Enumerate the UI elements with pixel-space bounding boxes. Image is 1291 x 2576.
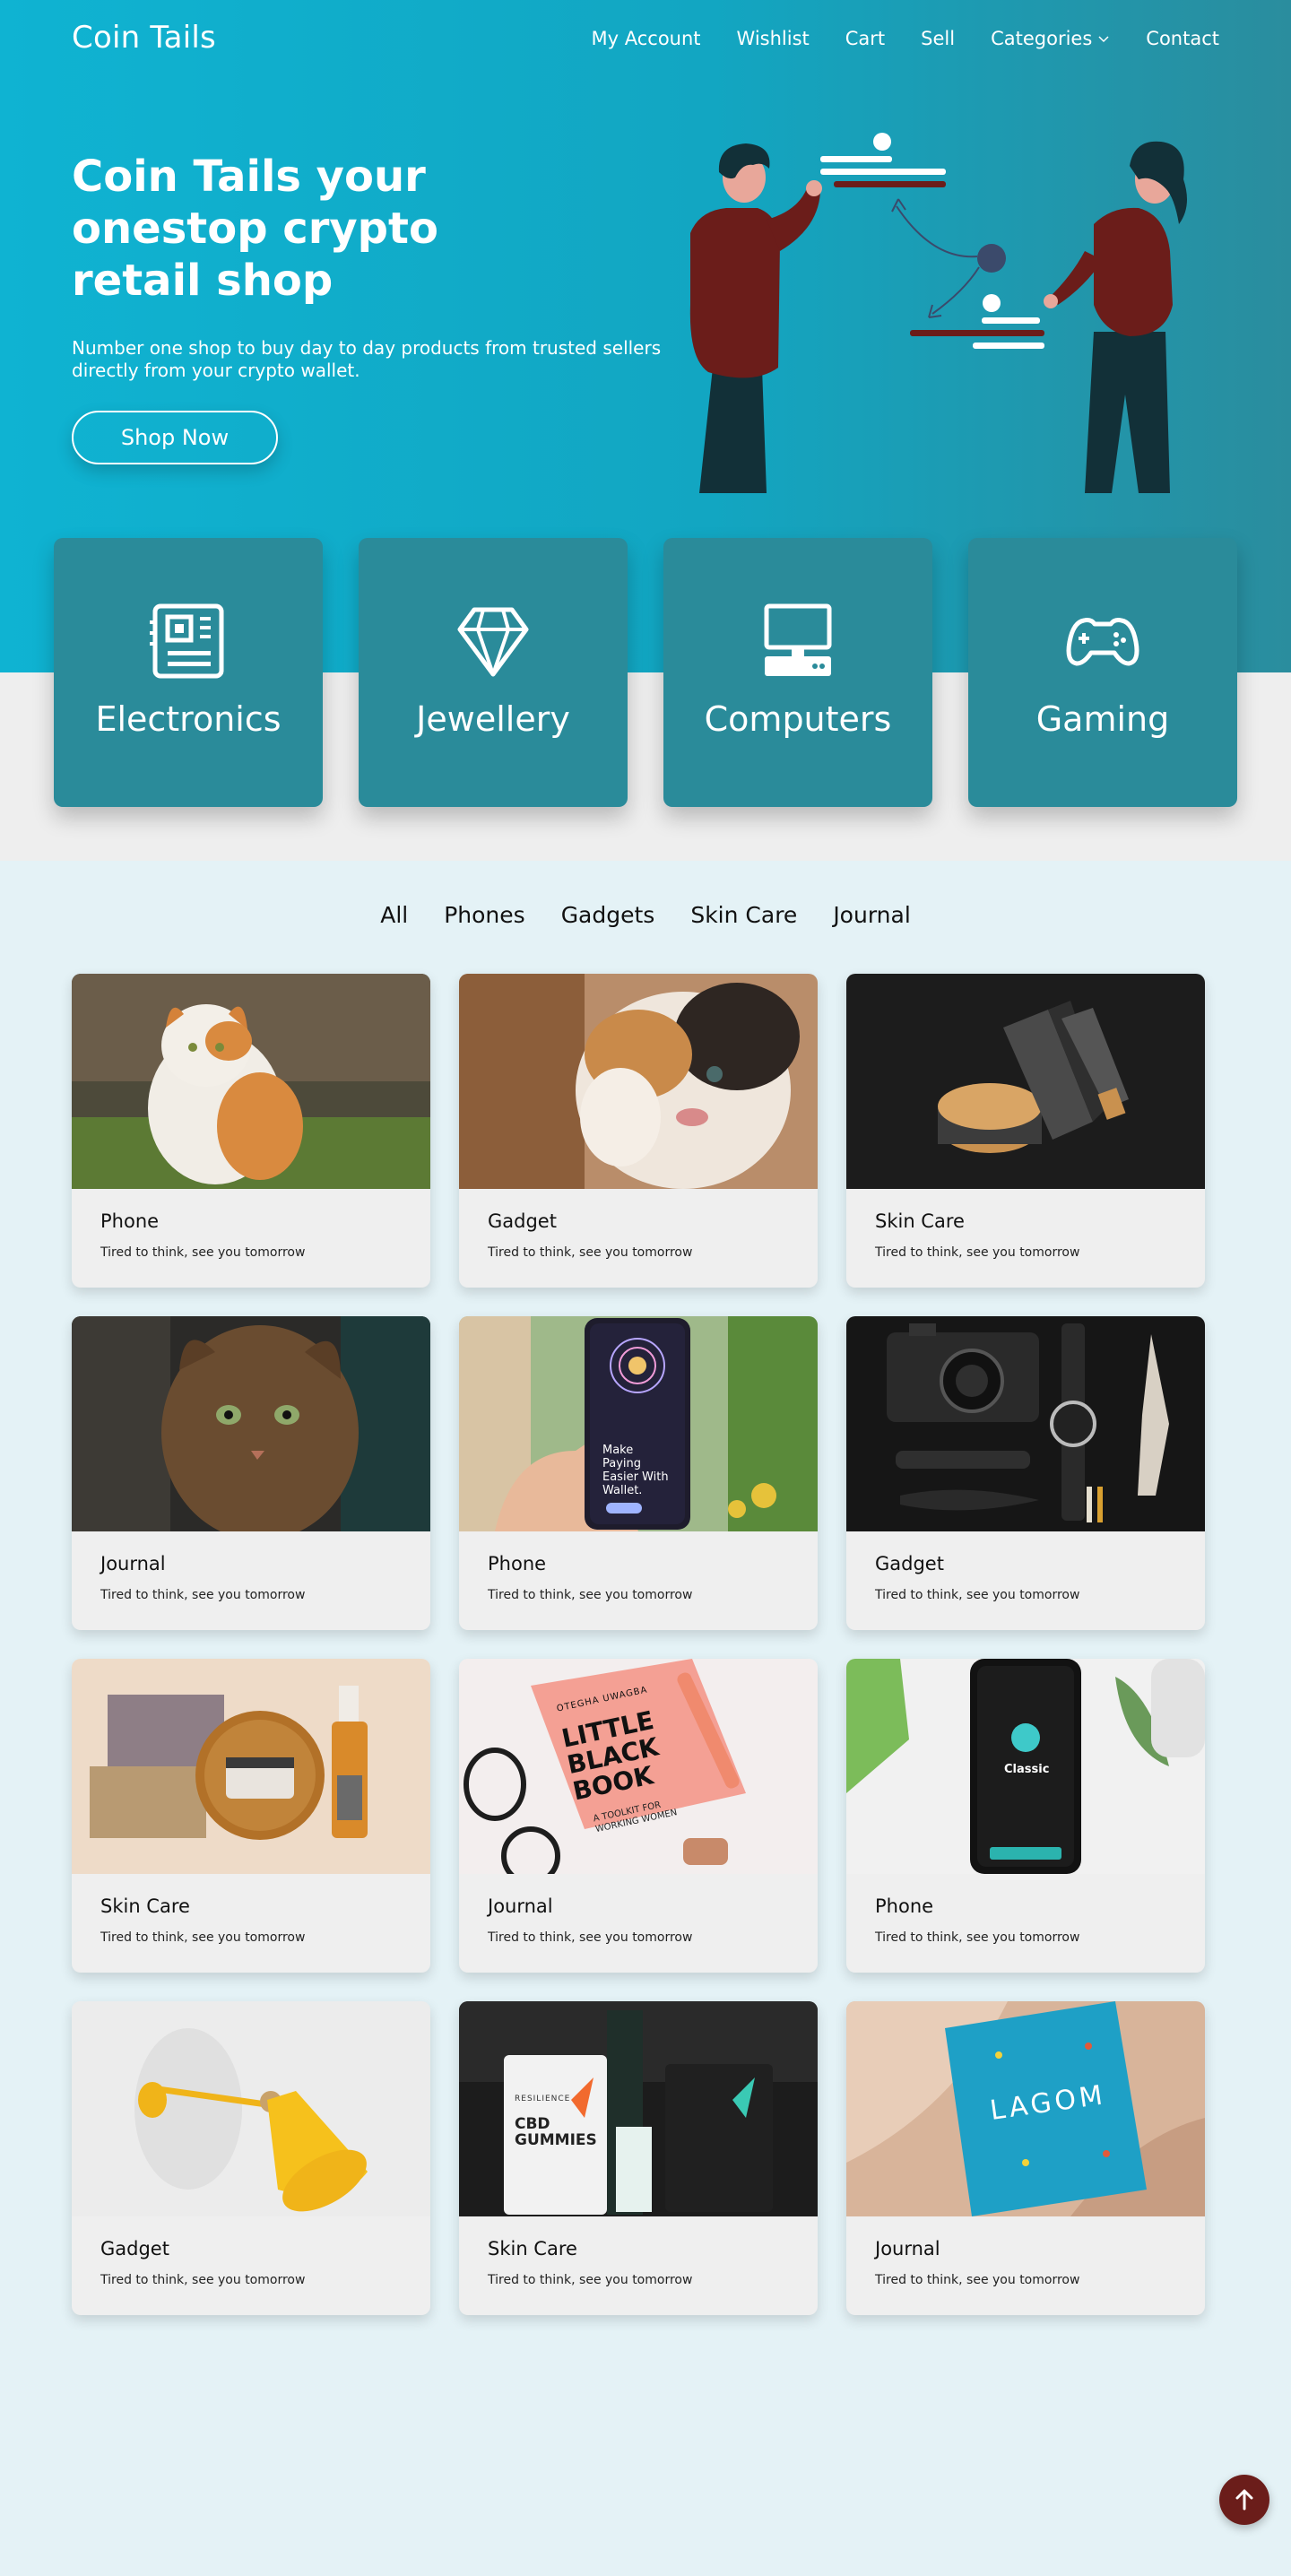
shop-now-button[interactable]: Shop Now — [72, 411, 278, 464]
product-card[interactable]: Make Paying Easier With Wallet. Phone Ti… — [459, 1316, 818, 1630]
product-title: Gadget — [875, 1553, 944, 1574]
product-description: Tired to think, see you tomorrow — [875, 1245, 1080, 1260]
chevron-down-icon — [1098, 36, 1109, 43]
product-image-skincare-jars-dark — [846, 974, 1205, 1189]
product-title: Skin Care — [488, 2238, 577, 2259]
product-title: Journal — [100, 1553, 166, 1574]
phone-screen-classic-text: Classic — [1004, 1763, 1050, 1776]
category-card-jewellery[interactable]: Jewellery — [359, 538, 628, 807]
category-label: Electronics — [95, 699, 282, 739]
product-image-hand-holding-phone — [459, 1316, 818, 1531]
category-label: Gaming — [1035, 699, 1170, 739]
nav-wishlist[interactable]: Wishlist — [737, 28, 810, 49]
gummies-brand-text: RESILIENCE — [515, 2095, 571, 2103]
product-image-kitten-licking-paw — [459, 974, 818, 1189]
phone-screen-text: Make Paying Easier With Wallet. — [602, 1444, 669, 1497]
product-card[interactable]: Gadget Tired to think, see you tomorrow — [459, 974, 818, 1288]
product-description: Tired to think, see you tomorrow — [488, 1930, 693, 1945]
gummies-name-text: CBD GUMMIES — [515, 2115, 597, 2149]
nav-cart[interactable]: Cart — [845, 28, 885, 49]
category-card-computers[interactable]: Computers — [663, 538, 932, 807]
product-card[interactable]: Phone Tired to think, see you tomorrow — [72, 974, 430, 1288]
brand-logo[interactable]: Coin Tails — [72, 20, 216, 56]
product-title: Gadget — [488, 1210, 557, 1232]
filter-journal[interactable]: Journal — [833, 902, 910, 928]
category-label: Computers — [704, 699, 892, 739]
desktop-computer-icon — [764, 603, 832, 676]
scroll-to-top-button[interactable] — [1219, 2475, 1269, 2525]
man-figure — [689, 143, 822, 493]
nav-my-account[interactable]: My Account — [592, 28, 701, 49]
product-card[interactable]: OTEGHA UWAGBA LITTLE BLACK BOOK A TOOLKI… — [459, 1659, 818, 1973]
product-title: Phone — [875, 1895, 934, 1917]
product-card[interactable]: LAGOM Journal Tired to think, see you to… — [846, 2001, 1205, 2315]
main-nav: My Account Wishlist Cart Sell Categories… — [592, 28, 1219, 49]
category-card-gaming[interactable]: Gaming — [968, 538, 1237, 807]
arrow-up-icon — [1235, 2489, 1253, 2511]
product-card[interactable]: Journal Tired to think, see you tomorrow — [72, 1316, 430, 1630]
hero-title: Coin Tails your onestop crypto retail sh… — [72, 152, 438, 306]
diamond-icon — [457, 607, 529, 677]
hero-subtitle: Number one shop to buy day to day produc… — [72, 337, 662, 381]
category-card-electronics[interactable]: Electronics — [54, 538, 323, 807]
product-title: Journal — [875, 2238, 940, 2259]
product-description: Tired to think, see you tomorrow — [875, 1930, 1080, 1945]
product-title: Phone — [488, 1553, 547, 1574]
filter-tabs: All Phones Gadgets Skin Care Journal — [0, 902, 1291, 928]
product-title: Phone — [100, 1210, 160, 1232]
product-image-orange-white-cat — [72, 974, 430, 1189]
product-image-camera-watch-knife-flatlay — [846, 1316, 1205, 1531]
product-title: Journal — [488, 1895, 553, 1917]
product-description: Tired to think, see you tomorrow — [100, 1588, 306, 1602]
nav-sell[interactable]: Sell — [921, 28, 955, 49]
product-image-tabby-cat-peeking — [72, 1316, 430, 1540]
product-description: Tired to think, see you tomorrow — [875, 1588, 1080, 1602]
category-label: Jewellery — [416, 699, 570, 739]
nav-categories-label: Categories — [991, 28, 1093, 49]
product-card[interactable]: Skin Care Tired to think, see you tomorr… — [72, 1659, 430, 1973]
product-description: Tired to think, see you tomorrow — [100, 1245, 306, 1260]
filter-gadgets[interactable]: Gadgets — [561, 902, 655, 928]
product-description: Tired to think, see you tomorrow — [100, 1930, 306, 1945]
circuit-board-icon — [150, 603, 224, 679]
product-description: Tired to think, see you tomorrow — [488, 1245, 693, 1260]
product-description: Tired to think, see you tomorrow — [100, 2273, 306, 2287]
product-title: Skin Care — [875, 1210, 965, 1232]
product-image-cosmetics-set — [72, 1659, 430, 1874]
product-description: Tired to think, see you tomorrow — [488, 1588, 693, 1602]
woman-figure — [1044, 141, 1187, 493]
gamepad-icon — [1066, 618, 1139, 666]
hero-illustration — [689, 133, 1187, 493]
product-card[interactable]: Gadget Tired to think, see you tomorrow — [72, 2001, 430, 2315]
product-card[interactable]: Gadget Tired to think, see you tomorrow — [846, 1316, 1205, 1630]
nav-contact[interactable]: Contact — [1146, 28, 1219, 49]
product-title: Skin Care — [100, 1895, 190, 1917]
nav-categories-dropdown[interactable]: Categories — [991, 28, 1110, 49]
product-description: Tired to think, see you tomorrow — [488, 2273, 693, 2287]
product-card[interactable]: Classic Phone Tired to think, see you to… — [846, 1659, 1205, 1973]
product-description: Tired to think, see you tomorrow — [875, 2273, 1080, 2287]
product-card[interactable]: RESILIENCE CBD GUMMIES Skin Care Tired t… — [459, 2001, 818, 2315]
product-card[interactable]: Skin Care Tired to think, see you tomorr… — [846, 974, 1205, 1288]
product-title: Gadget — [100, 2238, 169, 2259]
filter-all[interactable]: All — [380, 902, 408, 928]
filter-skin-care[interactable]: Skin Care — [690, 902, 797, 928]
product-image-yellow-wall-lamp — [72, 2001, 430, 2216]
product-image-cbd-gummies-packs — [459, 2001, 818, 2216]
filter-phones[interactable]: Phones — [444, 902, 524, 928]
